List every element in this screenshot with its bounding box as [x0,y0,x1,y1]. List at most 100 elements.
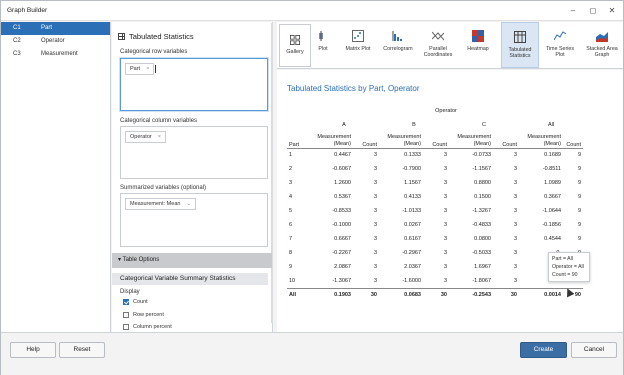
count-cell: 3 [373,250,377,256]
table-options-header[interactable]: ▾ Table Options [112,253,272,268]
group-header: All [547,122,555,128]
mean-cell: -0.5033 [472,250,491,256]
variables-heading: Tabulated Statistics [118,32,194,41]
cancel-button[interactable]: Cancel [571,342,617,358]
parallel-coordinates-tool[interactable]: Parallel Coordinates [419,22,457,68]
count-cell: 3 [443,264,447,270]
help-button[interactable]: Help [10,342,56,358]
mean-cell: -0.7900 [402,166,421,172]
minimize-icon[interactable]: – [565,4,581,18]
count-column-header: Count [493,128,519,149]
mean-cell: -1.6000 [402,277,421,284]
mean-cell: 0.4467 [334,152,351,159]
gallery-button[interactable]: Gallery [279,24,311,67]
remove-icon[interactable]: × [158,134,161,140]
tabulated-statistics-icon [514,31,526,43]
total-cell: -0.2543 [449,287,493,302]
row-percent-checkbox[interactable] [123,312,129,318]
count-cell: 3 [443,208,447,214]
count-cell: 3 [513,236,517,242]
column-number: C3 [13,51,21,57]
group-header: A [342,122,346,128]
column-percent-checkbox[interactable] [123,324,129,330]
count-checkbox-label: Count [133,299,148,305]
correlogram-tool[interactable]: Correlogram [379,22,417,68]
tooltip-line: Count = 90 [552,272,578,278]
create-button[interactable]: Create [520,342,567,358]
remove-icon[interactable]: × [146,66,149,72]
summarized-variable-chip[interactable]: Measurement: Mean ⌄ [125,198,197,210]
mean-cell: 2.0867 [334,264,351,270]
total-cell: 30 [423,287,449,302]
column-variables-dropzone[interactable]: Operator × [120,126,268,179]
mean-cell: -0.2967 [402,250,421,256]
column-item-operator[interactable]: C2 Operator [1,35,110,48]
count-cell: 3 [513,194,517,200]
count-checkbox[interactable] [123,299,129,305]
column-item-part[interactable]: C1 Part [1,22,110,35]
total-row: All 0.1903 30 0.0683 30 -0.2543 30 0.001… [287,287,583,302]
table-row: 3 1.2600 3 1.1567 3 0.8800 3 1.0989 9 [287,176,583,190]
count-cell: 3 [373,222,377,228]
column-item-measurement[interactable]: C3 Measurement [1,48,110,61]
part-cell: 8 [289,250,293,256]
count-cell: 9 [577,152,581,159]
part-cell: 10 [289,277,296,284]
tabulated-statistics-tool[interactable]: Tabulated Statistics [501,22,539,68]
column-number: C1 [13,25,21,31]
mean-cell: -0.1000 [332,222,351,228]
total-cell: 0.0014 [519,287,563,302]
row-variable-chip[interactable]: Part × [125,63,155,75]
mean-cell: -0.0733 [472,152,491,159]
count-cell: 3 [443,166,447,172]
close-icon[interactable]: ✕ [604,4,620,18]
summarized-variables-label: Summarized variables (optional) [120,185,207,191]
mean-cell: -0.2267 [332,250,351,256]
mean-cell: 0.4544 [544,236,561,242]
gallery-label: Gallery [286,49,304,55]
chevron-down-icon[interactable]: ⌄ [186,201,191,207]
mean-cell: -1.8067 [472,277,491,284]
box-plot-tool[interactable]: Plot [313,22,333,68]
table-row: 10-1.30673-1.60003-1.80673-1.9 [287,274,583,288]
column-variable-chip[interactable]: Operator × [125,131,166,143]
table-row: 7 0.6667 3 0.6167 3 0.0800 3 0.4544 9 [287,232,583,246]
mean-cell: 0.5367 [334,194,351,200]
total-cell: 0.0683 [379,287,423,302]
count-cell: 3 [443,236,447,242]
column-label: Measurement [41,51,78,57]
reset-button[interactable]: Reset [59,342,105,358]
mean-cell: 0.1500 [474,194,491,200]
table-options-label: Table Options [122,257,160,263]
column-label: Part [41,25,53,31]
mean-cell: 0.8800 [474,180,491,186]
stacked-area-tool[interactable]: Stacked Area Graph [583,22,621,68]
heatmap-tool[interactable]: Heatmap [459,22,497,68]
stacked-area-icon [596,32,608,42]
title-bar: Graph Builder – ◻ ✕ [1,1,623,21]
variables-scrollbar[interactable] [271,23,273,323]
matrix-plot-tool[interactable]: Matrix Plot [339,22,377,68]
maximize-icon[interactable]: ◻ [585,4,601,18]
mean-column-header: Measurement (Mean) [449,128,493,149]
table-row: 4 0.5367 3 0.4133 3 0.1500 3 0.3667 9 [287,190,583,204]
mean-cell: 0.0800 [474,236,491,242]
row-variables-dropzone[interactable]: Part × [120,58,268,111]
mean-cell: -0.8511 [542,166,561,172]
count-cell: 3 [443,250,447,256]
count-cell: 3 [513,277,517,284]
tool-label: Matrix Plot [345,46,371,52]
mean-cell: 1.0989 [544,180,561,186]
row-variables-label: Categorical row variables [120,49,188,55]
count-cell: 3 [373,152,377,159]
summarized-variables-dropzone[interactable]: Measurement: Mean ⌄ [120,193,268,247]
box-plot-icon [319,31,323,41]
tool-label: Correlogram [383,46,413,52]
count-cell: 3 [373,194,377,200]
heatmap-icon [472,30,484,42]
time-series-tool[interactable]: Time Series Plot [541,22,579,68]
group-header: C [482,122,486,128]
variables-heading-text: Tabulated Statistics [129,32,194,41]
mean-cell: -0.4833 [472,222,491,228]
mean-cell: 1.1567 [404,180,421,186]
